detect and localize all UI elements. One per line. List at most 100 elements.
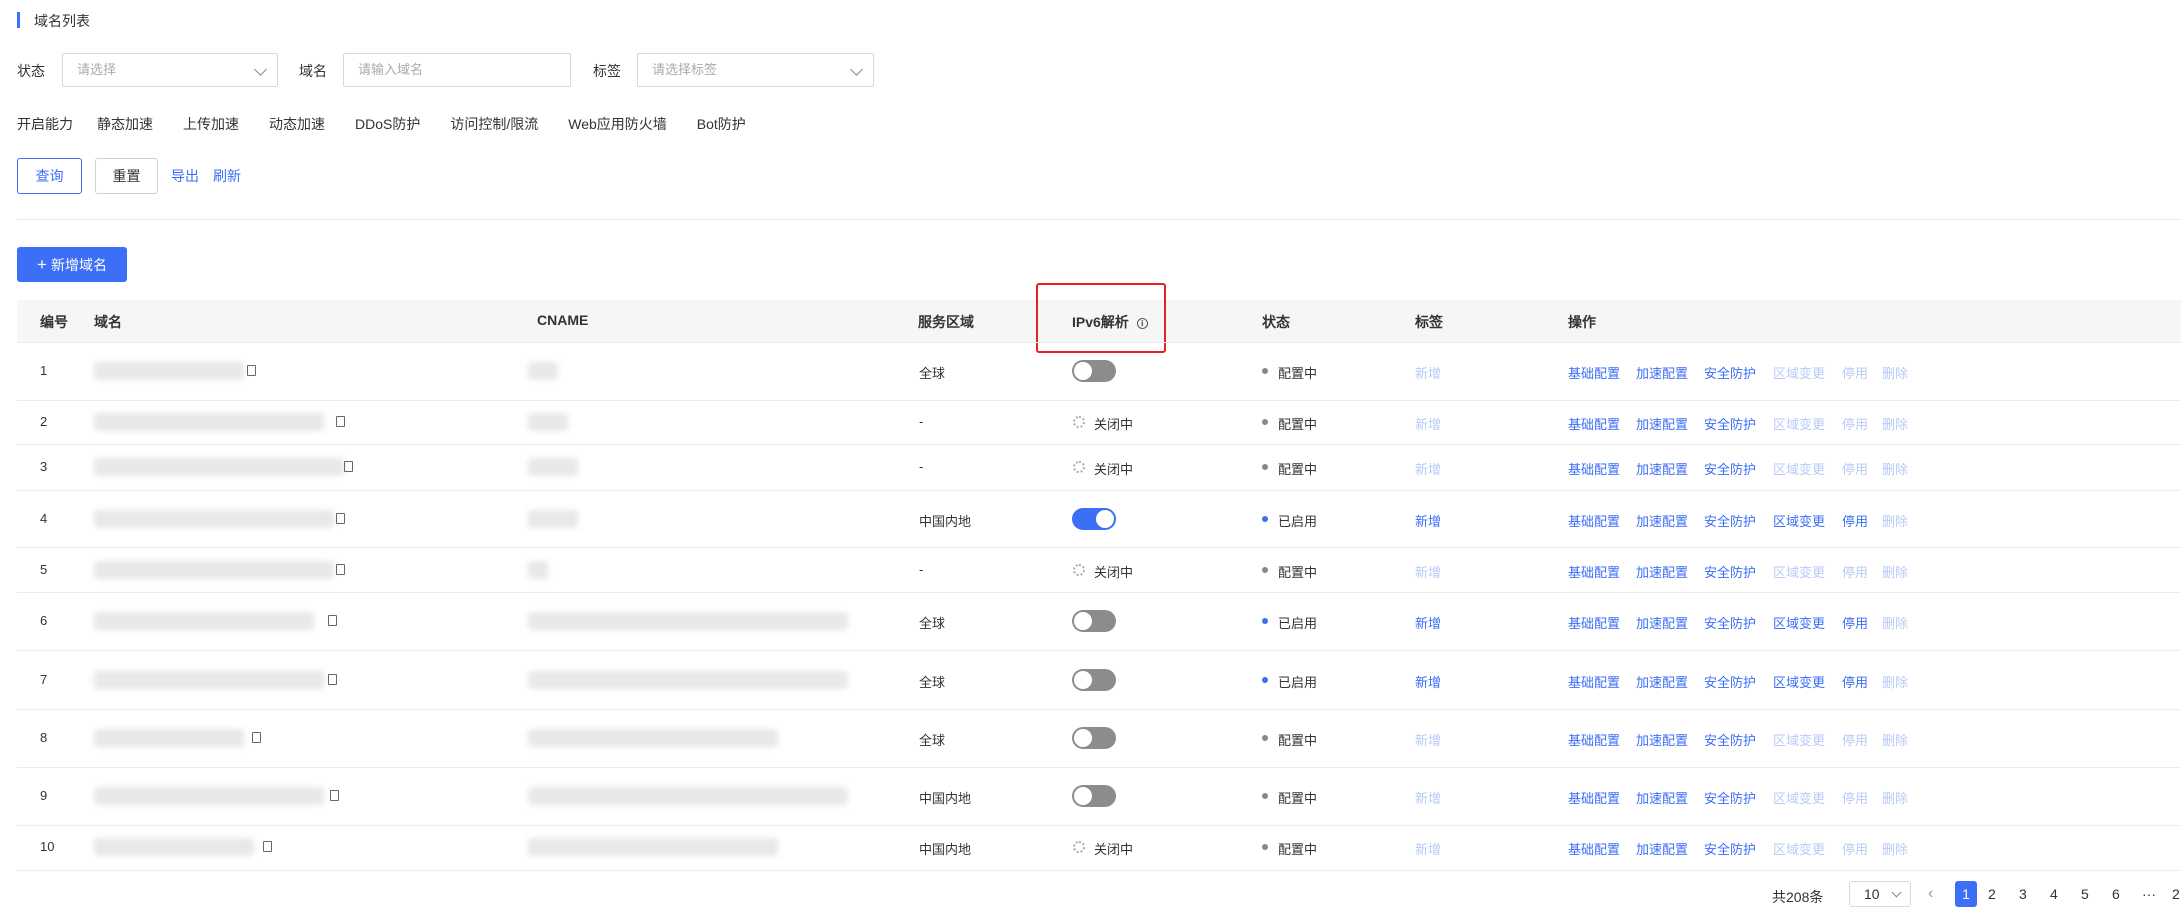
basic-config-link[interactable]: 基础配置 <box>1568 511 1620 530</box>
disable-link[interactable]: 停用 <box>1842 613 1868 632</box>
add-tag-link[interactable]: 新增 <box>1415 511 1441 530</box>
prev-page-icon[interactable]: ‹ <box>1928 885 1933 903</box>
acceleration-config-link[interactable]: 加速配置 <box>1636 562 1688 581</box>
basic-config-link[interactable]: 基础配置 <box>1568 839 1620 858</box>
basic-config-link[interactable]: 基础配置 <box>1568 459 1620 478</box>
basic-config-link[interactable]: 基础配置 <box>1568 562 1620 581</box>
ipv6-toggle[interactable] <box>1072 727 1116 749</box>
tag-select[interactable]: 请选择标签 <box>637 53 874 87</box>
page-4-button[interactable]: 4 <box>2050 886 2058 902</box>
status-select[interactable]: 请选择 <box>62 53 278 87</box>
copy-icon[interactable] <box>328 674 337 685</box>
pagination-ellipsis[interactable]: ··· <box>2142 886 2156 902</box>
capability-access-control[interactable]: 访问控制/限流 <box>450 114 538 134</box>
domain-redacted <box>94 413 324 431</box>
basic-config-link[interactable]: 基础配置 <box>1568 414 1620 433</box>
status-dot <box>1262 677 1268 683</box>
security-protection-link[interactable]: 安全防护 <box>1704 672 1756 691</box>
page-5-button[interactable]: 5 <box>2081 886 2089 902</box>
copy-icon[interactable] <box>328 615 337 626</box>
acceleration-config-link[interactable]: 加速配置 <box>1636 511 1688 530</box>
query-button[interactable]: 查询 <box>17 158 82 194</box>
copy-icon[interactable] <box>336 564 345 575</box>
security-protection-link[interactable]: 安全防护 <box>1704 788 1756 807</box>
status-text: 配置中 <box>1278 842 1318 857</box>
status-text: 已启用 <box>1278 616 1318 631</box>
refresh-link[interactable]: 刷新 <box>213 166 241 186</box>
ipv6-toggle[interactable] <box>1072 360 1116 382</box>
security-protection-link[interactable]: 安全防护 <box>1704 511 1756 530</box>
add-tag-link[interactable]: 新增 <box>1415 672 1441 691</box>
add-domain-button[interactable]: + 新增域名 <box>17 247 127 282</box>
acceleration-config-link[interactable]: 加速配置 <box>1636 839 1688 858</box>
export-link[interactable]: 导出 <box>171 166 199 186</box>
region-change-link[interactable]: 区域变更 <box>1773 613 1825 632</box>
cname-redacted <box>528 671 848 689</box>
ipv6-toggle[interactable] <box>1072 785 1116 807</box>
basic-config-link[interactable]: 基础配置 <box>1568 730 1620 749</box>
add-domain-label: 新增域名 <box>50 257 107 273</box>
domain-redacted <box>94 787 324 805</box>
acceleration-config-link[interactable]: 加速配置 <box>1636 672 1688 691</box>
domain-search-input[interactable]: 请输入域名 <box>343 53 571 87</box>
tag-select-placeholder: 请选择标签 <box>652 62 718 77</box>
security-protection-link[interactable]: 安全防护 <box>1704 730 1756 749</box>
basic-config-link[interactable]: 基础配置 <box>1568 363 1620 382</box>
security-protection-link[interactable]: 安全防护 <box>1704 414 1756 433</box>
copy-icon[interactable] <box>252 732 261 743</box>
page-3-button[interactable]: 3 <box>2019 886 2027 902</box>
basic-config-link[interactable]: 基础配置 <box>1568 672 1620 691</box>
ipv6-toggle[interactable] <box>1072 508 1116 530</box>
capability-waf[interactable]: Web应用防火墙 <box>568 114 667 134</box>
basic-config-link[interactable]: 基础配置 <box>1568 788 1620 807</box>
disable-link[interactable]: 停用 <box>1842 511 1868 530</box>
copy-icon[interactable] <box>336 416 345 427</box>
page-2-button[interactable]: 2 <box>1988 886 1996 902</box>
disable-link: 停用 <box>1842 462 1869 477</box>
region-change-link: 区域变更 <box>1773 462 1826 477</box>
security-protection-link[interactable]: 安全防护 <box>1704 459 1756 478</box>
acceleration-config-link[interactable]: 加速配置 <box>1636 788 1688 807</box>
add-tag-link[interactable]: 新增 <box>1415 613 1441 632</box>
acceleration-config-link[interactable]: 加速配置 <box>1636 730 1688 749</box>
capability-static-acceleration[interactable]: 静态加速 <box>97 114 153 134</box>
page-6-button[interactable]: 6 <box>2112 886 2120 902</box>
page-2-button[interactable]: 2 <box>2172 886 2180 902</box>
copy-icon[interactable] <box>330 790 339 801</box>
capability-ddos-protection[interactable]: DDoS防护 <box>355 114 420 134</box>
ipv6-toggle[interactable] <box>1072 669 1116 691</box>
cname-redacted <box>528 612 848 630</box>
delete-link: 删除 <box>1882 842 1909 857</box>
region-change-link[interactable]: 区域变更 <box>1773 672 1825 691</box>
acceleration-config-link[interactable]: 加速配置 <box>1636 613 1688 632</box>
capability-bot-protection[interactable]: Bot防护 <box>697 114 746 134</box>
ipv6-toggle[interactable] <box>1072 610 1116 632</box>
row-number: 7 <box>40 672 48 687</box>
acceleration-config-link[interactable]: 加速配置 <box>1636 459 1688 478</box>
page-size-select[interactable]: 10 <box>1849 881 1911 907</box>
copy-icon[interactable] <box>263 841 272 852</box>
row-divider <box>17 400 2181 401</box>
basic-config-link[interactable]: 基础配置 <box>1568 613 1620 632</box>
capability-dynamic-acceleration[interactable]: 动态加速 <box>269 114 325 134</box>
copy-icon[interactable] <box>336 513 345 524</box>
reset-button[interactable]: 重置 <box>95 158 158 194</box>
header-cname: CNAME <box>537 312 589 328</box>
region-change-link: 区域变更 <box>1773 842 1826 857</box>
page-1-button[interactable]: 1 <box>1955 881 1977 907</box>
ipv6-status-text: 关闭中 <box>1094 842 1134 857</box>
row-divider <box>17 767 2181 768</box>
disable-link[interactable]: 停用 <box>1842 672 1868 691</box>
security-protection-link[interactable]: 安全防护 <box>1704 613 1756 632</box>
acceleration-config-link[interactable]: 加速配置 <box>1636 363 1688 382</box>
security-protection-link[interactable]: 安全防护 <box>1704 562 1756 581</box>
acceleration-config-link[interactable]: 加速配置 <box>1636 414 1688 433</box>
status-dot <box>1262 419 1268 425</box>
copy-icon[interactable] <box>247 365 256 376</box>
region-change-link[interactable]: 区域变更 <box>1773 511 1825 530</box>
security-protection-link[interactable]: 安全防护 <box>1704 839 1756 858</box>
copy-icon[interactable] <box>344 461 353 472</box>
cname-redacted <box>528 729 778 747</box>
capability-upload-acceleration[interactable]: 上传加速 <box>183 114 239 134</box>
security-protection-link[interactable]: 安全防护 <box>1704 363 1756 382</box>
